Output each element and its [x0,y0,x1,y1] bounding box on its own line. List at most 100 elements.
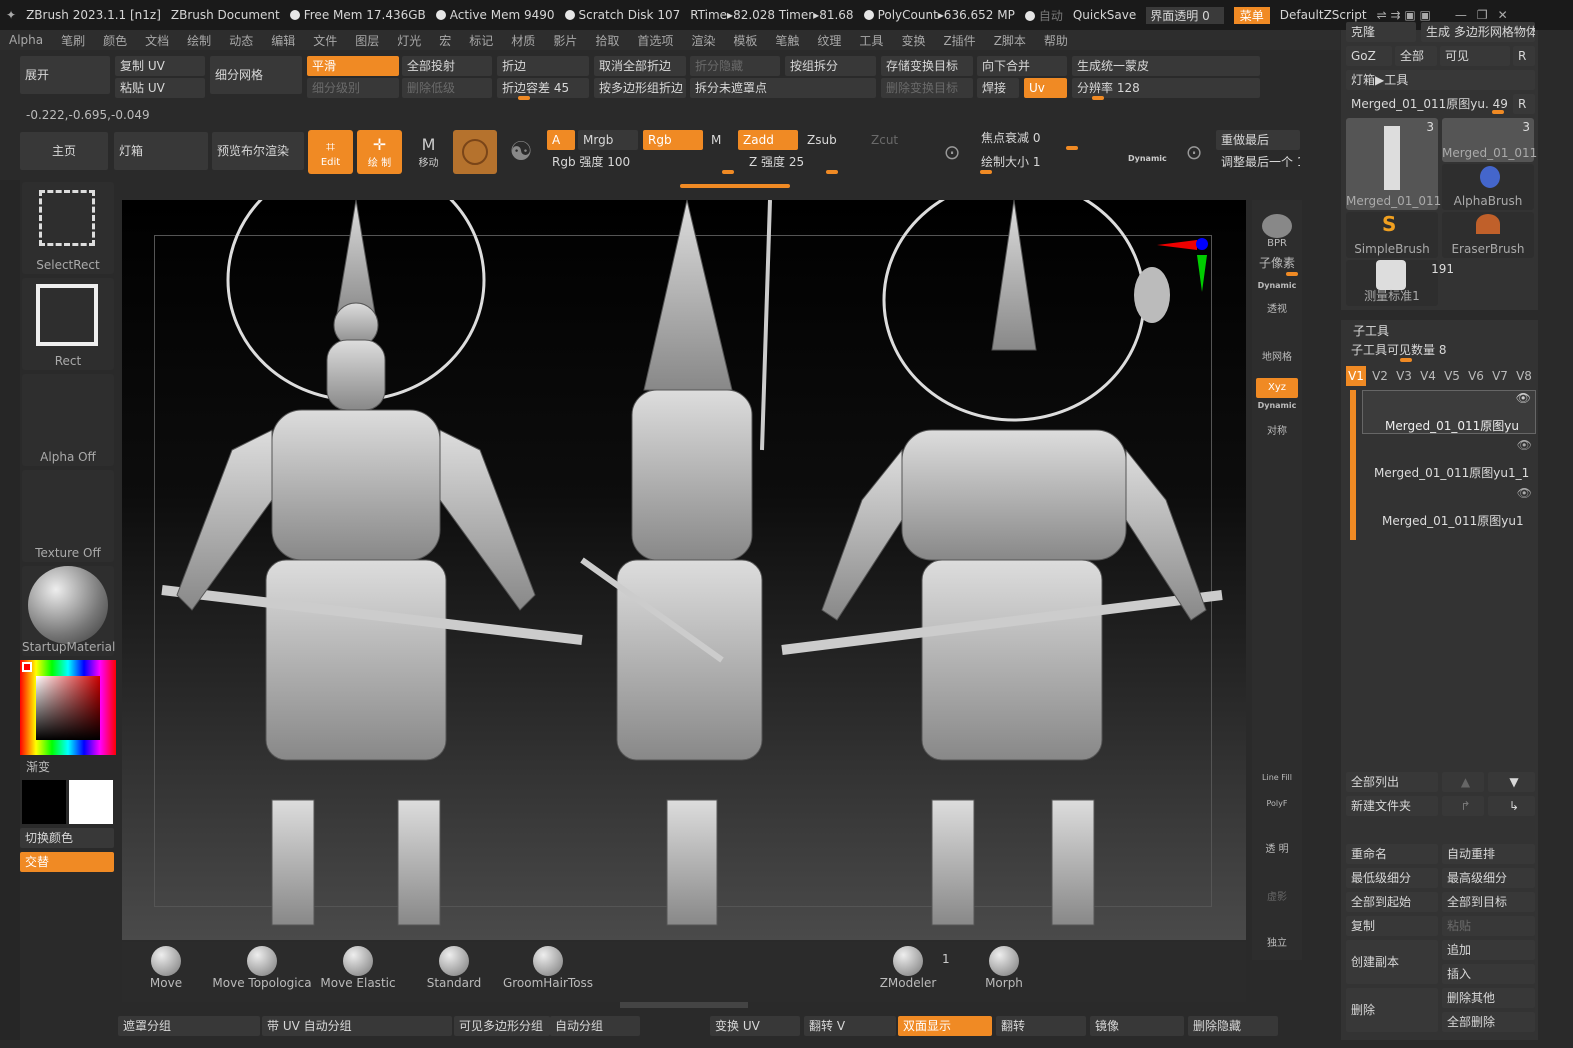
visibility-eye-icon[interactable]: 👁 [1517,438,1532,452]
subtool-version-tab[interactable]: V8 [1514,366,1534,386]
primary-color-swatch[interactable] [22,780,66,824]
subtool-visible-count-slider[interactable]: 子工具可见数量 8 [1346,340,1535,360]
all-button[interactable]: 全部 [1395,46,1437,66]
symmetry-button[interactable]: 对称 [1256,426,1298,437]
subdiv-level-slider[interactable]: 细分级别 [307,78,399,98]
subpixel-slider[interactable]: 子像素 [1256,257,1298,269]
delete-morph-button[interactable]: 删除变换目标 [881,78,973,98]
rename-button[interactable]: 重命名 [1346,844,1438,864]
subtool-scroll-indicator[interactable] [1350,390,1356,540]
list-all-button[interactable]: 全部列出 [1346,772,1438,792]
merge-down-button[interactable]: 向下合并 [977,56,1067,76]
texture-tile[interactable]: Texture Off [22,470,114,562]
subtool-item-1[interactable]: Merged_01_011原图yu1_1 👁 [1362,438,1536,482]
highest-subdiv-button[interactable]: 最高级细分 [1442,868,1535,888]
crease-polygroups-button[interactable]: 按多边形组折边 [594,78,686,98]
subdivide-button[interactable]: 细分网格 [210,56,302,94]
tool-thumb-2[interactable]: AlphaBrush [1442,164,1534,210]
arrow-down-icon[interactable]: ▼ [1488,772,1535,792]
delete-button[interactable]: 删除 [1346,988,1438,1032]
draw-size-slider[interactable]: 绘制大小 1 [976,152,1086,172]
move-mode-button[interactable]: M 移动 [406,130,451,174]
smooth-toggle[interactable]: 平滑 [307,56,399,76]
menu-item[interactable]: 影片 [544,32,586,49]
mrgb-toggle[interactable]: Mrgb [578,130,638,150]
menu-item[interactable]: 帮助 [1035,32,1077,49]
store-morph-button[interactable]: 存储变换目标 [881,56,973,76]
lowest-subdiv-button[interactable]: 最低级细分 [1346,868,1438,888]
brush-slot[interactable]: Move [116,946,216,998]
menu-item[interactable]: 编辑 [262,32,304,49]
subtool-item-0[interactable]: Merged_01_011原图yu 👁 [1362,390,1536,434]
canvas-viewport[interactable] [122,200,1246,940]
minimize-icon[interactable]: — [1455,8,1467,22]
split-hidden-button[interactable]: 折分隐藏 [690,56,780,76]
menu-item[interactable]: 颜色 [94,32,136,49]
uv-toggle[interactable]: Uv [1024,78,1067,98]
menu-item[interactable]: 笔触 [766,32,808,49]
append-button[interactable]: 追加 [1442,940,1535,960]
menu-item[interactable]: 纹理 [808,32,850,49]
samurai-model-render[interactable] [122,200,1246,940]
zsub-toggle[interactable]: Zsub [802,130,862,150]
tool-thumb-1[interactable]: 3 Merged_01_011 [1442,118,1537,162]
tool-thumb-4[interactable]: EraserBrush [1442,212,1534,258]
subtool-version-tab[interactable]: V6 [1466,366,1486,386]
yin-yang-toggle[interactable]: ☯ [503,134,539,170]
menu-item[interactable]: 灯光 [388,32,430,49]
bottom-bar-button[interactable]: 镜像 [1090,1016,1184,1036]
bpr-button[interactable]: BPR [1256,214,1298,249]
lightbox-tool-button[interactable]: 灯箱▶工具 [1346,70,1535,90]
r-button[interactable]: R [1513,46,1535,66]
secondary-color-swatch[interactable] [69,780,113,824]
menu-item[interactable]: Alpha [0,33,52,47]
copy-uv-button[interactable]: 复制 UV [115,56,205,76]
clone-button[interactable]: 克隆 [1346,22,1416,42]
delete-lower-button[interactable]: 删除低级 [402,78,492,98]
ghost-button[interactable]: 虚影 [1256,892,1298,903]
unify-skin-button[interactable]: 生成统一蒙皮 [1072,56,1260,76]
r2-button[interactable]: R [1513,94,1535,114]
z-intensity-slider[interactable]: Z 强度 25 [744,152,924,172]
adjust-last-slider[interactable]: 调整最后一个 1 [1216,152,1300,172]
delete-other-button[interactable]: 删除其他 [1442,988,1535,1008]
resolution-slider[interactable]: 分辨率 128 [1072,78,1260,98]
shelf-resize-handle[interactable] [620,1002,748,1008]
rect-tile[interactable]: Rect [22,278,114,370]
color-square[interactable] [36,676,100,740]
new-folder-button[interactable]: 新建文件夹 [1346,796,1438,816]
subtool-version-tab[interactable]: V1 [1346,366,1366,386]
subtool-version-tab[interactable]: V2 [1370,366,1390,386]
solo-button[interactable]: 独立 [1256,938,1298,949]
menu-item[interactable]: 首选项 [628,32,682,49]
dynamic-label[interactable]: Dynamic [1128,154,1167,163]
split-groups-button[interactable]: 按组拆分 [785,56,876,76]
lightbox-button[interactable]: 灯箱 [114,132,208,170]
zadd-toggle[interactable]: Zadd [738,130,798,150]
move-up-icon[interactable]: ↱ [1442,796,1484,816]
quicksave-button[interactable]: QuickSave [1073,8,1136,22]
redo-last-button[interactable]: 重做最后 [1216,130,1300,150]
brush-slot[interactable]: Move Topologica [212,946,312,998]
material-sphere-button[interactable] [453,130,497,174]
menu-item[interactable]: 动态 [220,32,262,49]
draw-mode-button[interactable]: ✛ 绘 制 [357,130,402,174]
alternate-toggle[interactable]: 交替 [20,852,114,872]
bottom-bar-button[interactable]: 双面显示 [898,1016,992,1036]
subtool-item-2[interactable]: Merged_01_011原图yu1 👁 [1362,486,1536,530]
switch-color-button[interactable]: 切换颜色 [20,828,114,848]
menu-item[interactable]: 宏 [430,32,460,49]
menu-item[interactable]: Z插件 [934,32,984,49]
visibility-eye-icon[interactable]: 👁 [1517,486,1532,500]
bottom-bar-button[interactable]: 自动分组 [550,1016,640,1036]
transparency-slider[interactable]: 界面透明 0 [1146,6,1224,24]
perspective-button[interactable]: 透视 [1256,304,1298,315]
visibility-eye-icon[interactable]: 👁 [1516,391,1531,405]
menu-item[interactable]: 渲染 [682,32,724,49]
subtool-title[interactable]: 子工具 [1353,322,1389,339]
rgb-toggle[interactable]: Rgb [643,130,703,150]
subtool-version-tab[interactable]: V7 [1490,366,1510,386]
all-to-target-button[interactable]: 全部到目标 [1442,892,1535,912]
goz-button[interactable]: GoZ [1346,46,1392,66]
focal-shift-slider[interactable]: 焦点衰减 0 [976,128,1166,148]
